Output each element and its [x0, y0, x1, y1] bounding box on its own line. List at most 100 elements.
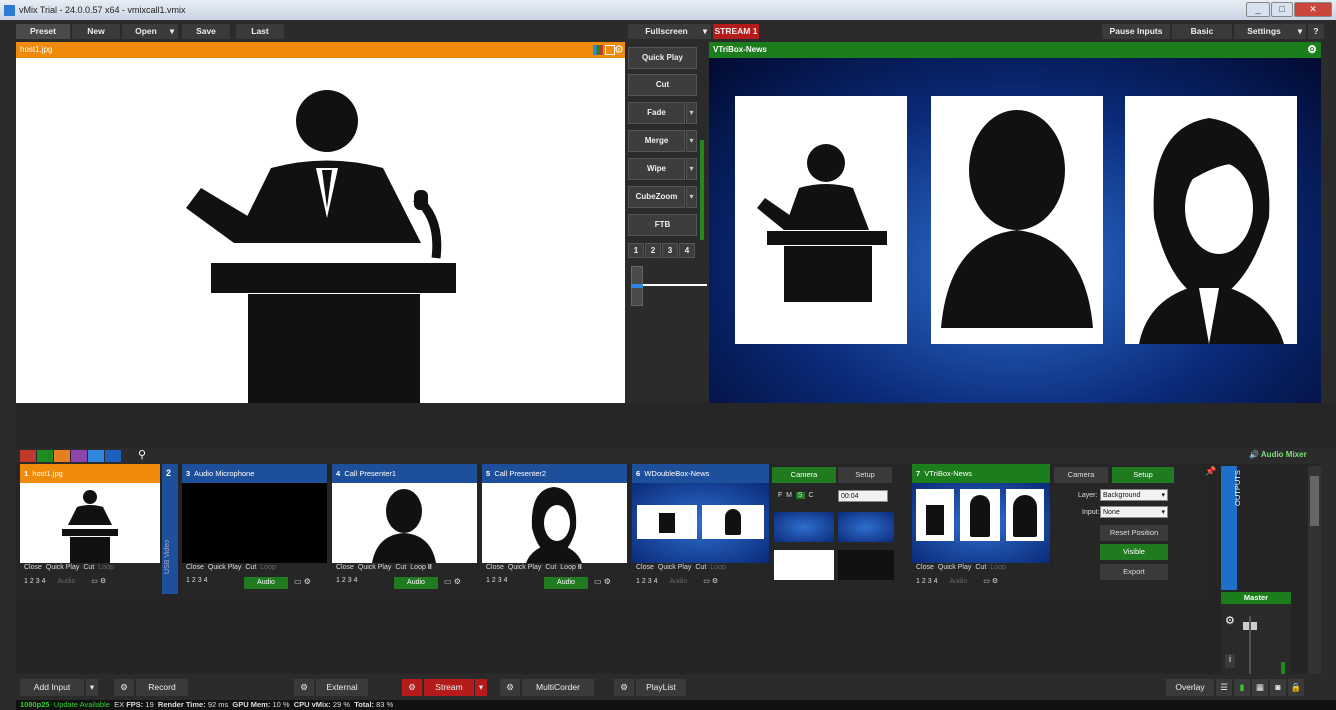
- loop-button[interactable]: Loop: [410, 564, 426, 571]
- preset-button[interactable]: Preset: [16, 24, 70, 39]
- multicorder-button[interactable]: MultiCorder: [522, 679, 594, 696]
- monitor-icon[interactable]: ▭ ⚙: [294, 577, 311, 586]
- audio-button[interactable]: Audio: [544, 577, 588, 589]
- close-button[interactable]: ✕: [1294, 2, 1332, 17]
- record-button[interactable]: Record: [136, 679, 188, 696]
- cut-button[interactable]: Cut: [83, 564, 94, 571]
- colour-tag-icon[interactable]: [593, 45, 603, 55]
- external-button[interactable]: External: [316, 679, 368, 696]
- filter-swatch-green[interactable]: [37, 450, 53, 462]
- last-button[interactable]: Last: [236, 24, 284, 39]
- loop-button[interactable]: Loop: [710, 564, 726, 571]
- fullscreen-button[interactable]: Fullscreen: [628, 24, 705, 39]
- overlay-1-button[interactable]: 1: [186, 577, 190, 584]
- new-button[interactable]: New: [72, 24, 120, 39]
- audio-button[interactable]: Audio: [394, 577, 438, 589]
- stream-status-badge[interactable]: STREAM 1: [713, 24, 759, 39]
- filter-swatch-darkblue[interactable]: [105, 450, 121, 462]
- overlay-1-button[interactable]: 1: [336, 577, 340, 584]
- m-button[interactable]: M: [786, 492, 792, 499]
- setup-tab[interactable]: Setup: [838, 467, 892, 483]
- monitor-icon[interactable]: ▭ ⚙: [594, 577, 611, 586]
- overlay-3-button[interactable]: 3: [498, 577, 502, 584]
- lock-icon[interactable]: 🔒: [1288, 679, 1304, 696]
- t-bar-track[interactable]: [643, 284, 707, 286]
- overlay-2-button[interactable]: 2: [642, 578, 646, 585]
- stream-button[interactable]: Stream: [424, 679, 474, 696]
- merge-dropdown-icon[interactable]: ▾: [686, 130, 697, 152]
- input-card-5[interactable]: 5 Call Presenter2 Close Quick Play Cut Loop…: [482, 464, 627, 594]
- overlay-2-button[interactable]: 2: [342, 577, 346, 584]
- fade-button[interactable]: Fade: [628, 102, 685, 124]
- audio-button[interactable]: Audio: [244, 577, 288, 589]
- overlay-1-button[interactable]: 1: [916, 578, 920, 585]
- master-gear-icon[interactable]: ⚙: [1225, 614, 1235, 627]
- overlay-button[interactable]: Overlay: [1166, 679, 1214, 696]
- monitor-icon[interactable]: ▭: [91, 578, 98, 585]
- open-dropdown-icon[interactable]: ▾: [166, 24, 178, 39]
- input-thumbnail[interactable]: [912, 483, 1050, 563]
- ftb-button[interactable]: FTB: [628, 214, 697, 236]
- input-thumbnail[interactable]: [182, 483, 327, 563]
- transition-4-button[interactable]: 4: [679, 243, 695, 258]
- stream-gear-icon[interactable]: ⚙: [402, 679, 422, 696]
- transition-2-button[interactable]: 2: [645, 243, 661, 258]
- multicorder-gear-icon[interactable]: ⚙: [500, 679, 520, 696]
- search-icon[interactable]: ⚲: [138, 448, 146, 461]
- audio-button[interactable]: Audio: [669, 578, 687, 585]
- grid-icon[interactable]: ▦: [1252, 679, 1268, 696]
- audio-mixer-toggle[interactable]: 🔊 Audio Mixer: [1249, 450, 1307, 459]
- overlay-1-button[interactable]: 1: [636, 578, 640, 585]
- record-gear-icon[interactable]: ⚙: [114, 679, 134, 696]
- master-fader-track[interactable]: [1249, 616, 1251, 674]
- input-card-1[interactable]: 1 host1.jpg Close Quick Play Cut Loop 1 2 3…: [20, 464, 160, 594]
- program-gear-icon[interactable]: ⚙: [1307, 42, 1317, 58]
- overlay-2-button[interactable]: 2: [30, 578, 34, 585]
- input-card-6[interactable]: 6 WDoubleBox-News Close Quick Play Cut Loop…: [632, 464, 769, 594]
- settings-button[interactable]: Settings: [1234, 24, 1294, 39]
- external-gear-icon[interactable]: ⚙: [294, 679, 314, 696]
- overlay-2-button[interactable]: 2: [492, 577, 496, 584]
- input-card-7[interactable]: 7 VTriBox-News Close Quick Play Cut Loop 1 …: [912, 464, 1050, 594]
- cubezoom-dropdown-icon[interactable]: ▾: [686, 186, 697, 208]
- gear-icon[interactable]: ⚙: [100, 578, 106, 585]
- pause-inputs-button[interactable]: Pause Inputs: [1102, 24, 1170, 39]
- time-field[interactable]: 00:04: [838, 490, 888, 502]
- close-button[interactable]: Close: [186, 564, 204, 571]
- overlay-3-button[interactable]: 3: [648, 578, 652, 585]
- overlay-1-button[interactable]: 1: [486, 577, 490, 584]
- settings-dropdown-icon[interactable]: ▾: [1294, 24, 1306, 39]
- add-input-dropdown-icon[interactable]: ▾: [86, 679, 98, 696]
- quick-play-button[interactable]: Quick Play: [938, 564, 971, 571]
- input-card-2[interactable]: 2 USB Video: [162, 464, 178, 594]
- fade-dropdown-icon[interactable]: ▾: [686, 102, 697, 124]
- playlist-gear-icon[interactable]: ⚙: [614, 679, 634, 696]
- overlay-4-button[interactable]: 4: [654, 578, 658, 585]
- monitor-icon[interactable]: ▭ ⚙: [444, 577, 461, 586]
- input-thumbnail[interactable]: [632, 483, 769, 563]
- cut-button[interactable]: Cut: [695, 564, 706, 571]
- update-available-link[interactable]: Update Available: [54, 700, 110, 709]
- filter-swatch-red[interactable]: [20, 450, 36, 462]
- filter-swatch-orange[interactable]: [54, 450, 70, 462]
- s-button[interactable]: S: [795, 492, 805, 499]
- close-button[interactable]: Close: [486, 564, 504, 571]
- overlay-3-button[interactable]: 3: [198, 577, 202, 584]
- cut-button[interactable]: Cut: [628, 74, 697, 96]
- wipe-button[interactable]: Wipe: [628, 158, 685, 180]
- layer-thumb-3[interactable]: [774, 550, 834, 580]
- input-thumbnail[interactable]: [482, 483, 627, 563]
- monitor-icon[interactable]: ▭ ⚙: [983, 578, 998, 585]
- cut-button[interactable]: Cut: [245, 564, 256, 571]
- loop-button[interactable]: Loop: [560, 564, 576, 571]
- save-button[interactable]: Save: [182, 24, 230, 39]
- quick-play-button[interactable]: Quick Play: [358, 564, 391, 571]
- overlay-4-button[interactable]: 4: [354, 577, 358, 584]
- overlay-3-button[interactable]: 3: [348, 577, 352, 584]
- overlay-4-button[interactable]: 4: [504, 577, 508, 584]
- filter-swatch-blue[interactable]: [88, 450, 104, 462]
- pin-icon[interactable]: 📌: [1205, 466, 1219, 478]
- mixer-scrollbar[interactable]: [1308, 466, 1321, 674]
- levels-icon[interactable]: ▮: [1234, 679, 1250, 696]
- close-button[interactable]: Close: [24, 564, 42, 571]
